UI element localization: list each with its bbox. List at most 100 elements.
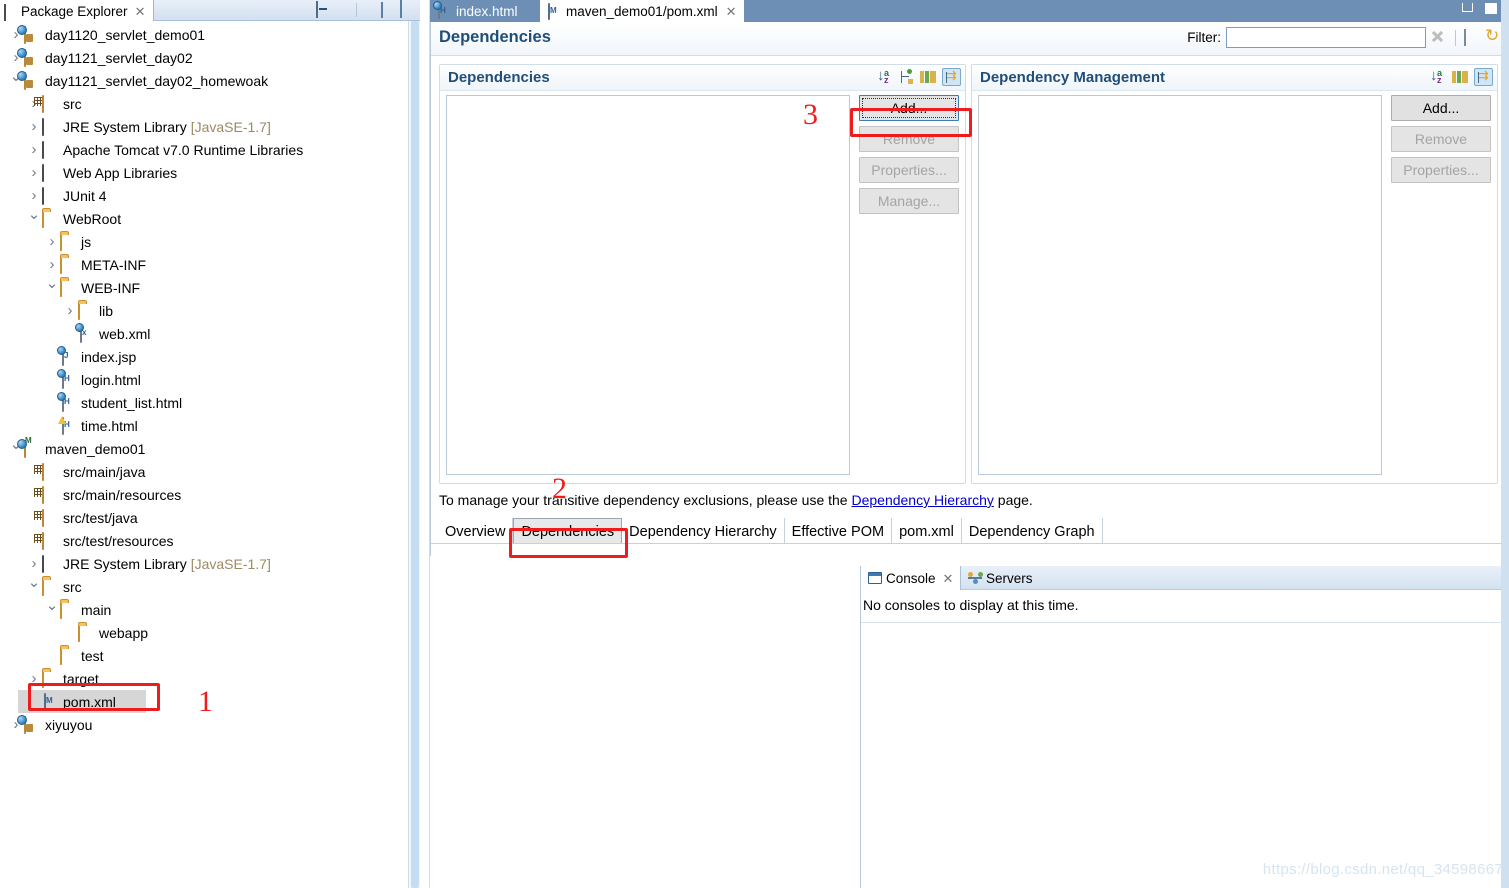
tree-item-apache-tomcat-v7-0-runtime-libraries[interactable]: › Apache Tomcat v7.0 Runtime Libraries: [0, 138, 408, 161]
tree-item-src[interactable]: ⌄ src: [0, 575, 408, 598]
tree-item-src-main-resources[interactable]: src/main/resources: [0, 483, 408, 506]
tree-item-label: pom.xml: [63, 693, 116, 710]
chevron-right-icon[interactable]: ›: [26, 119, 42, 134]
tree-item-src[interactable]: ›src: [0, 92, 408, 115]
tree-item-webapp[interactable]: webapp: [0, 621, 408, 644]
tree-item-jre-system-library[interactable]: › JRE System Library [JavaSE-1.7]: [0, 115, 408, 138]
dependency-management-list[interactable]: [978, 95, 1382, 475]
dependency-properties-button[interactable]: Properties...: [859, 157, 959, 183]
chevron-right-icon[interactable]: ›: [44, 234, 60, 249]
tree-item-time-html[interactable]: Htime.html: [0, 414, 408, 437]
project-tree[interactable]: › day1120_servlet_demo01 › day1121_servlet_…: [0, 21, 408, 888]
tab-overview[interactable]: Overview: [437, 518, 514, 544]
remove-managed-dependency-button[interactable]: Remove: [1391, 126, 1491, 152]
dependencies-section: Dependencies az Add... Remove Properties…: [439, 64, 966, 484]
minimize-icon[interactable]: [381, 2, 397, 18]
tree-item-maven-demo01[interactable]: ⌄maven_demo01: [0, 437, 408, 460]
show-columns-icon[interactable]: [920, 71, 936, 83]
collapse-all-icon[interactable]: [316, 1, 332, 18]
refresh-icon[interactable]: [1485, 30, 1501, 46]
folder-icon: [60, 646, 77, 665]
tree-item-day1121-servlet-day02[interactable]: › day1121_servlet_day02: [0, 46, 408, 69]
tree-item-lib[interactable]: › lib: [0, 299, 408, 322]
dependency-hierarchy-link[interactable]: Dependency Hierarchy: [851, 492, 993, 508]
scrollbar-thumb[interactable]: [411, 21, 419, 888]
chevron-right-icon[interactable]: ›: [26, 142, 42, 157]
tab-dependency-graph[interactable]: Dependency Graph: [962, 518, 1103, 544]
tree-item-meta-inf[interactable]: › META-INF: [0, 253, 408, 276]
sash-divider[interactable]: [420, 0, 430, 888]
folder-icon: [78, 301, 95, 320]
show-columns-icon[interactable]: [1452, 71, 1468, 83]
chevron-right-icon[interactable]: ›: [26, 671, 42, 686]
show-advanced-tabs-icon[interactable]: [1464, 28, 1480, 46]
console-tab-label: Console: [886, 570, 936, 586]
tree-item-junit-4[interactable]: › JUnit 4: [0, 184, 408, 207]
tree-item-student-list-html[interactable]: Hstudent_list.html: [0, 391, 408, 414]
add-managed-dependency-button[interactable]: Add...: [1391, 95, 1491, 121]
tree-item-day1120-servlet-demo01[interactable]: › day1120_servlet_demo01: [0, 23, 408, 46]
tree-item-target[interactable]: › target: [0, 667, 408, 690]
dependencies-list[interactable]: [446, 95, 850, 475]
sort-alphabetically-icon[interactable]: az: [877, 67, 893, 85]
managed-dependency-properties-button[interactable]: Properties...: [1391, 157, 1491, 183]
tree-item-js[interactable]: › js: [0, 230, 408, 253]
show-hierarchy-icon[interactable]: [899, 68, 914, 85]
tab-pom-xml[interactable]: M maven_demo01/pom.xml ✕: [540, 0, 745, 22]
tab-package-explorer[interactable]: Package Explorer ✕: [0, 0, 155, 21]
chevron-down-icon[interactable]: ⌄: [26, 575, 42, 590]
tree-item-jre-system-library[interactable]: › JRE System Library [JavaSE-1.7]: [0, 552, 408, 575]
tab-servers[interactable]: Servers: [961, 566, 1040, 590]
section-header: Dependencies az: [440, 65, 965, 91]
chevron-right-icon[interactable]: ›: [62, 303, 78, 318]
close-icon[interactable]: ✕: [943, 572, 954, 585]
tab-pom-xml[interactable]: pom.xml: [892, 518, 962, 544]
tree-item-src-main-java[interactable]: src/main/java: [0, 460, 408, 483]
tree-item-pom-xml[interactable]: Mpom.xml: [18, 690, 146, 713]
tab-dependency-hierarchy[interactable]: Dependency Hierarchy: [622, 518, 785, 544]
tree-item-web-app-libraries[interactable]: › Web App Libraries: [0, 161, 408, 184]
tree-item-xiyuyou[interactable]: › xiyuyou: [0, 713, 408, 736]
maximize-icon[interactable]: [1485, 3, 1497, 14]
tree-item-src-test-resources[interactable]: src/test/resources: [0, 529, 408, 552]
flat-layout-icon[interactable]: [1474, 67, 1493, 86]
chevron-down-icon[interactable]: ⌄: [26, 207, 42, 222]
tab-console[interactable]: Console ✕: [861, 566, 962, 590]
servers-icon: [968, 571, 983, 585]
chevron-right-icon[interactable]: ›: [26, 165, 42, 180]
tab-effective-pom[interactable]: Effective POM: [785, 518, 893, 544]
section-toolbar: az: [1430, 67, 1493, 86]
close-icon[interactable]: ✕: [726, 5, 737, 18]
filter-input[interactable]: [1226, 27, 1426, 48]
view-menu-icon[interactable]: [362, 2, 378, 18]
tree-item-label: day1121_servlet_day02_homewoak: [45, 72, 269, 89]
tree-item-day1121-servlet-day02-homewoak[interactable]: ⌄ day1121_servlet_day02_homewoak: [0, 69, 408, 92]
tree-item-test[interactable]: test: [0, 644, 408, 667]
remove-dependency-button[interactable]: Remove: [859, 126, 959, 152]
tree-item-web-xml[interactable]: x web.xml: [0, 322, 408, 345]
tree-item-suffix: [JavaSE-1.7]: [190, 555, 271, 572]
tree-item-login-html[interactable]: Hlogin.html: [0, 368, 408, 391]
chevron-down-icon[interactable]: ⌄: [44, 598, 60, 613]
manage-dependencies-button[interactable]: Manage...: [859, 188, 959, 214]
explorer-scrollbar[interactable]: [408, 21, 420, 888]
chevron-right-icon[interactable]: ›: [26, 188, 42, 203]
tree-item-index-jsp[interactable]: Jindex.jsp: [0, 345, 408, 368]
link-with-editor-icon[interactable]: [335, 2, 351, 18]
flat-layout-icon[interactable]: [942, 67, 961, 86]
chevron-down-icon[interactable]: ⌄: [44, 276, 60, 291]
tab-dependencies[interactable]: Dependencies: [513, 518, 623, 544]
close-icon[interactable]: ✕: [135, 5, 146, 18]
tab-index-html[interactable]: H index.html: [430, 0, 526, 22]
tree-item-main[interactable]: ⌄ main: [0, 598, 408, 621]
tree-item-src-test-java[interactable]: src/test/java: [0, 506, 408, 529]
clear-filter-icon[interactable]: [1431, 30, 1447, 46]
sort-alphabetically-icon[interactable]: az: [1430, 67, 1446, 85]
minimize-icon[interactable]: [1462, 3, 1473, 12]
chevron-right-icon[interactable]: ›: [44, 257, 60, 272]
tree-item-webroot[interactable]: ⌄ WebRoot: [0, 207, 408, 230]
add-dependency-button[interactable]: Add...: [859, 95, 959, 121]
tree-item-web-inf[interactable]: ⌄ WEB-INF: [0, 276, 408, 299]
maximize-icon[interactable]: [400, 0, 416, 18]
chevron-right-icon[interactable]: ›: [26, 556, 42, 571]
